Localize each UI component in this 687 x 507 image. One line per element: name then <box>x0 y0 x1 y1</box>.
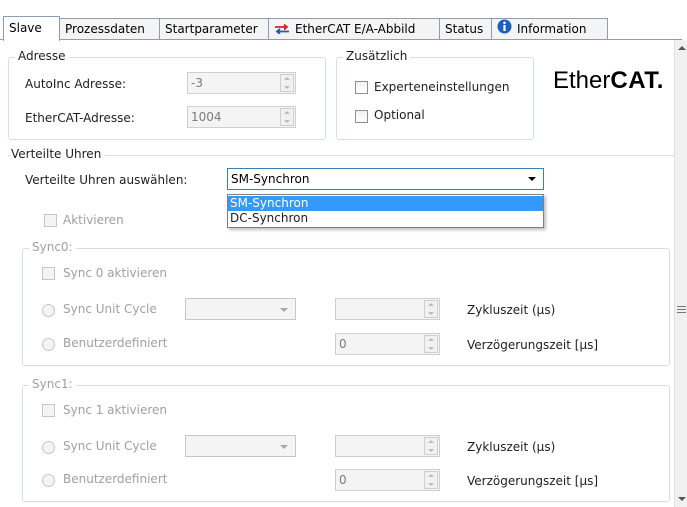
tab-prozessdaten-label: Prozessdaten <box>65 22 145 36</box>
sync0-custom-label: Benutzerdefiniert <box>63 336 168 350</box>
info-icon <box>497 19 512 40</box>
sync1-unit-cycle-radio[interactable] <box>42 441 55 454</box>
sync0-unit-cycle-dropdown[interactable] <box>185 298 296 320</box>
sync0-delay-value: 0 <box>339 337 347 351</box>
dc-mode-value: SM-Synchron <box>231 172 310 186</box>
tab-information-label: Information <box>517 22 587 36</box>
autoinc-stepper[interactable] <box>280 74 294 92</box>
sync0-activate-checkbox[interactable] <box>42 267 55 280</box>
ethercat-logo: EtherCAT. <box>553 67 664 94</box>
tab-startparameter[interactable]: Startparameter <box>159 18 269 39</box>
option-dc-synchron[interactable]: DC-Synchron <box>228 211 543 226</box>
tab-slave[interactable]: Slave <box>3 16 60 41</box>
scroll-grip-icon[interactable] <box>677 306 686 313</box>
sync1-cycle-time-stepper[interactable] <box>424 437 438 455</box>
sync1-activate-checkbox[interactable] <box>42 404 55 417</box>
zusaetzlich-title: Zusätzlich <box>343 49 411 63</box>
tab-ethercat-io-abbild-label: EtherCAT E/A-Abbild <box>295 22 416 36</box>
sync1-delay-stepper[interactable] <box>424 471 438 489</box>
tab-information[interactable]: Information <box>491 18 608 39</box>
sync1-custom-radio[interactable] <box>42 474 55 487</box>
tab-status-label: Status <box>445 22 484 36</box>
scroll-up-icon[interactable] <box>678 46 686 50</box>
autoinc-label: AutoInc Adresse: <box>25 77 127 91</box>
ethercat-address-stepper[interactable] <box>280 108 294 126</box>
sync1-unit-cycle-dropdown[interactable] <box>185 435 296 457</box>
chevron-down-icon[interactable] <box>528 177 536 181</box>
dc-title: Verteilte Uhren <box>11 147 105 161</box>
adresse-title: Adresse <box>15 49 69 63</box>
tab-bar: Slave Prozessdaten Startparameter EtherC… <box>0 0 687 41</box>
option-sm-synchron[interactable]: SM-Synchron <box>228 196 543 211</box>
sync0-cycle-time-spinbox[interactable] <box>335 298 440 320</box>
zusaetzlich-group: Zusätzlich <box>336 49 534 140</box>
sync0-delay-stepper[interactable] <box>424 335 438 353</box>
sync0-cycle-time-label: Zykluszeit (µs) <box>467 303 556 317</box>
optional-checkbox[interactable] <box>355 110 368 123</box>
sync1-delay-label: Verzögerungszeit [µs] <box>467 474 599 488</box>
autoinc-spinbox[interactable]: -3 <box>187 72 296 94</box>
dc-mode-dropdown[interactable]: SM-Synchron <box>227 168 544 190</box>
sync0-unit-cycle-label: Sync Unit Cycle <box>63 302 157 316</box>
optional-label: Optional <box>374 108 425 122</box>
dc-mode-options: SM-Synchron DC-Synchron <box>227 194 544 228</box>
sync0-unit-cycle-radio[interactable] <box>42 304 55 317</box>
io-mapping-icon <box>274 20 290 40</box>
sync0-activate-label: Sync 0 aktivieren <box>63 266 168 280</box>
sync1-cycle-time-label: Zykluszeit (µs) <box>467 440 556 454</box>
tab-startparameter-label: Startparameter <box>165 22 258 36</box>
ethercat-address-label: EtherCAT-Adresse: <box>25 111 135 125</box>
sync0-title: Sync0: <box>29 240 76 254</box>
tab-ethercat-io-abbild[interactable]: EtherCAT E/A-Abbild <box>268 18 440 39</box>
activate-label: Aktivieren <box>63 213 124 227</box>
sync0-delay-label: Verzögerungszeit [µs] <box>467 338 599 352</box>
scroll-down-icon[interactable] <box>678 497 686 501</box>
sync1-cycle-time-spinbox[interactable] <box>335 435 440 457</box>
chevron-down-icon <box>280 308 288 312</box>
dc-separator <box>8 155 678 156</box>
dc-select-label: Verteilte Uhren auswählen: <box>25 173 188 187</box>
chevron-down-icon <box>280 445 288 449</box>
tab-prozessdaten[interactable]: Prozessdaten <box>59 18 160 39</box>
sync1-delay-spinbox[interactable]: 0 <box>335 469 440 491</box>
sync0-custom-radio[interactable] <box>42 338 55 351</box>
sync1-activate-label: Sync 1 aktivieren <box>63 403 168 417</box>
expert-settings-checkbox[interactable] <box>355 81 368 94</box>
expert-settings-label: Experteneinstellungen <box>374 80 510 94</box>
ethercat-address-value: 1004 <box>191 110 222 124</box>
sync1-unit-cycle-label: Sync Unit Cycle <box>63 439 157 453</box>
activate-checkbox[interactable] <box>44 214 57 227</box>
ethercat-address-spinbox[interactable]: 1004 <box>187 106 296 128</box>
sync1-title: Sync1: <box>29 377 76 391</box>
sync1-custom-label: Benutzerdefiniert <box>63 472 168 486</box>
sync1-delay-value: 0 <box>339 473 347 487</box>
tab-slave-label: Slave <box>9 21 42 35</box>
vertical-scrollbar[interactable] <box>674 40 687 507</box>
autoinc-value: -3 <box>191 76 203 90</box>
sync0-delay-spinbox[interactable]: 0 <box>335 333 440 355</box>
sync0-cycle-time-stepper[interactable] <box>424 300 438 318</box>
tab-status[interactable]: Status <box>439 18 492 39</box>
